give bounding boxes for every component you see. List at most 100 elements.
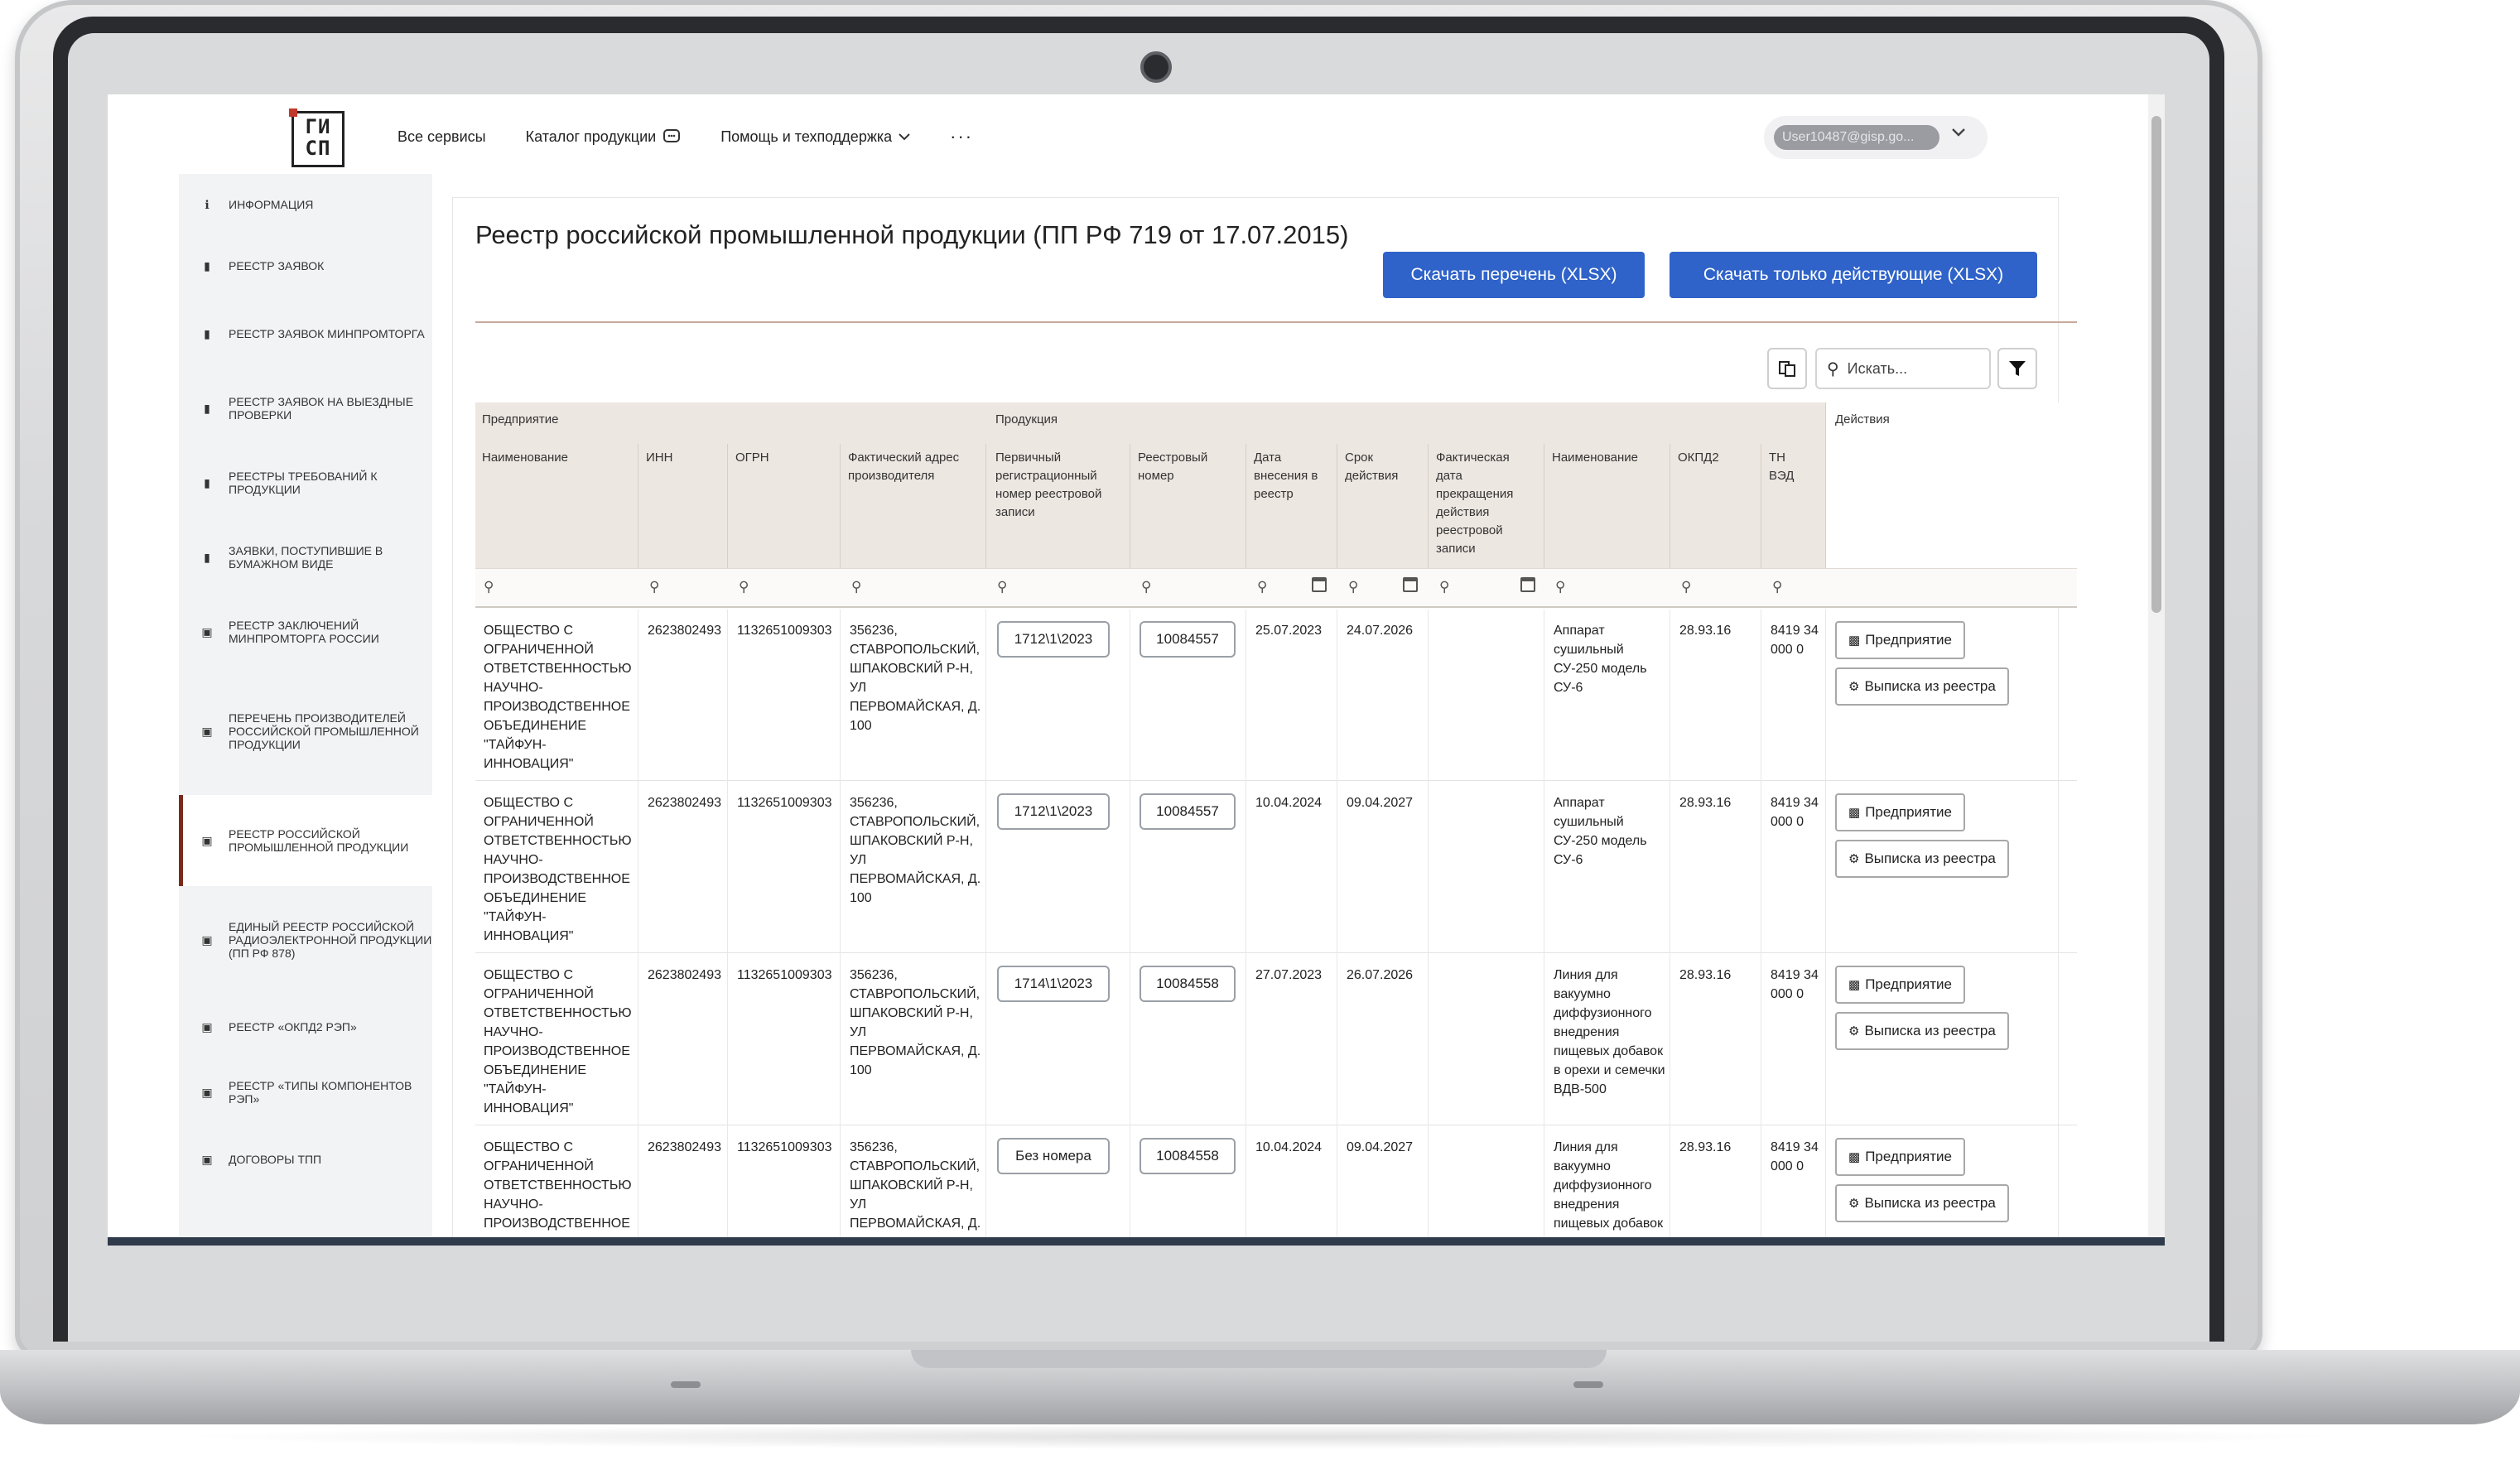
search-icon[interactable]: ⚲: [851, 579, 861, 595]
sidebar-item-inspection-requests[interactable]: ▮ Реестр заявок на выездные проверки: [179, 379, 432, 437]
search-icon[interactable]: ⚲: [739, 579, 749, 595]
enterprise-button[interactable]: ▩ Предприятие: [1835, 1138, 1965, 1176]
nav-help-support[interactable]: Помощь и техподдержка: [720, 128, 910, 146]
download-active-button[interactable]: Скачать только действующие (XLSX): [1670, 252, 2037, 298]
columns-toggle-button[interactable]: [1767, 348, 1807, 389]
registry-number-chip[interactable]: 10084558: [1140, 966, 1236, 1002]
chat-icon: [663, 129, 681, 142]
col-okpd2[interactable]: ОКПД2: [1678, 449, 1752, 467]
col-valid-to[interactable]: Срок действия: [1345, 449, 1419, 485]
gisp-logo[interactable]: ГИ СП: [289, 108, 345, 167]
sidebar-item-label: Реестр заявок: [229, 259, 325, 272]
filter-icon: [2009, 361, 2026, 376]
search-icon[interactable]: ⚲: [649, 579, 659, 595]
col-end-date[interactable]: Фактическая дата прекращения действия ре…: [1436, 449, 1527, 558]
row-divider: [985, 610, 986, 1237]
table-row[interactable]: ОБЩЕСТВО С ОГРАНИЧЕННОЙ ОТВЕТСТВЕННОСТЬЮ…: [475, 782, 2077, 953]
calendar-icon[interactable]: [1403, 577, 1418, 592]
primary-number-chip[interactable]: 1712\1\2023: [997, 621, 1110, 658]
table-row[interactable]: ОБЩЕСТВО С ОГРАНИЧЕННОЙ ОТВЕТСТВЕННОСТЬЮ…: [475, 954, 2077, 1125]
registry-number-chip[interactable]: 10084557: [1140, 621, 1236, 658]
extract-button[interactable]: ⚙ Выписка из реестра: [1835, 667, 2009, 706]
cell-product: Линия для вакуумно диффузионного внедрен…: [1554, 968, 1665, 1096]
sidebar-item-label: Реестр заявок на выездные проверки: [229, 395, 414, 422]
col-registry-number[interactable]: Реестровый номер: [1138, 449, 1237, 485]
sidebar-item-label: Реестры требований к продукции: [229, 470, 378, 496]
page-scrollbar[interactable]: [2148, 94, 2165, 1237]
more-menu-button[interactable]: ···: [950, 128, 973, 146]
extract-button[interactable]: ⚙ Выписка из реестра: [1835, 1012, 2009, 1050]
sidebar-item-paper-requests[interactable]: ▮ Заявки, поступившие в бумажном виде: [179, 528, 432, 586]
search-icon[interactable]: ⚲: [997, 579, 1007, 595]
search-icon[interactable]: ⚲: [1257, 579, 1267, 595]
col-name[interactable]: Наименование: [482, 449, 631, 467]
enterprise-button[interactable]: ▩ Предприятие: [1835, 621, 1965, 659]
group-actions: Действия: [1835, 412, 1890, 426]
sidebar-item-manufacturers[interactable]: ▣ Перечень производителей российской про…: [179, 677, 432, 785]
cell-okpd2: 28.93.16: [1679, 624, 1732, 638]
book-icon: ▣: [201, 833, 213, 847]
col-primary-number[interactable]: Первичный регистрационный номер реестров…: [995, 449, 1120, 522]
calendar-icon[interactable]: [1520, 577, 1535, 592]
filter-button[interactable]: [1997, 348, 2037, 389]
col-tnved[interactable]: ТН ВЭД: [1769, 449, 1802, 485]
sidebar-item-industrial-registry[interactable]: ▣ Реестр российской промышленной продукц…: [179, 795, 432, 886]
cell-address: 356236, СТАВРОПОЛЬСКИЙ, ШПАКОВСКИЙ Р-Н, …: [850, 968, 981, 1077]
col-product-name[interactable]: Наименование: [1552, 449, 1660, 467]
registry-number-chip[interactable]: 10084558: [1140, 1138, 1236, 1174]
laptop-base-notch: [911, 1350, 1607, 1368]
user-menu[interactable]: User10487@gisp.go...: [1764, 116, 1988, 159]
camera-icon: [1140, 51, 1172, 83]
table-row[interactable]: ОБЩЕСТВО С ОГРАНИЧЕННОЙ ОТВЕТСТВЕННОСТЬЮ…: [475, 610, 2077, 781]
sidebar-item-conclusions[interactable]: ▣ Реестр заключений Минпромторга России: [179, 603, 432, 661]
sidebar-item-okpd2-rep[interactable]: ▣ Реестр «ОКПД2 РЭП»: [179, 1002, 432, 1052]
book-icon: ▣: [201, 724, 213, 738]
search-icon[interactable]: ⚲: [1772, 579, 1782, 595]
extract-button[interactable]: ⚙ Выписка из реестра: [1835, 1184, 2009, 1222]
nav-product-catalog[interactable]: Каталог продукции: [526, 128, 682, 146]
col-inn[interactable]: ИНН: [646, 449, 720, 467]
search-icon[interactable]: ⚲: [1348, 579, 1358, 595]
enterprise-button[interactable]: ▩ Предприятие: [1835, 966, 1965, 1004]
title-divider: [475, 321, 2077, 323]
table-header-actions-bg: [1825, 402, 2077, 568]
cell-valid-to: 09.04.2027: [1347, 1140, 1414, 1154]
col-address[interactable]: Фактический адрес производителя: [848, 449, 981, 485]
sidebar-item-minprom-requests[interactable]: ▮ Реестр заявок Минпромторга: [179, 305, 432, 363]
search-icon[interactable]: ⚲: [484, 579, 494, 595]
primary-number-chip[interactable]: 1714\1\2023: [997, 966, 1110, 1002]
table-row[interactable]: ОБЩЕСТВО С ОГРАНИЧЕННОЙ ОТВЕТСТВЕННОСТЬЮ…: [475, 1126, 2077, 1237]
scrollbar-thumb[interactable]: [2151, 116, 2161, 613]
laptop-foot: [671, 1381, 701, 1388]
search-icon[interactable]: ⚲: [1555, 579, 1565, 595]
search-input[interactable]: ⚲ Искать...: [1815, 348, 1991, 389]
sidebar-item-product-requirements[interactable]: ▮ Реестры требований к продукции: [179, 454, 432, 512]
col-divider: [727, 444, 728, 568]
enterprise-button-label: Предприятие: [1865, 632, 1952, 648]
sidebar-item-component-types[interactable]: ▣ Реестр «Типы компонентов РЭП»: [179, 1063, 432, 1121]
col-ogrn[interactable]: ОГРН: [735, 449, 826, 467]
sidebar-item-info[interactable]: ℹ Информация: [179, 182, 432, 227]
extract-button[interactable]: ⚙ Выписка из реестра: [1835, 840, 2009, 878]
nav-product-catalog-label: Каталог продукции: [525, 128, 657, 145]
sidebar-item-radioelectronic-registry[interactable]: ▣ Единый реестр российской радиоэлектрон…: [179, 894, 432, 985]
extract-button-label: Выписка из реестра: [1864, 1023, 1996, 1038]
enterprise-button[interactable]: ▩ Предприятие: [1835, 793, 1965, 831]
doc-icon: ▮: [204, 475, 210, 489]
search-icon[interactable]: ⚲: [1681, 579, 1691, 595]
primary-number-chip[interactable]: Без номера: [997, 1138, 1110, 1174]
sidebar-item-tpp-contracts[interactable]: ▣ Договоры ТПП: [179, 1135, 432, 1184]
registry-number-chip[interactable]: 10084557: [1140, 793, 1236, 830]
cell-tnved: 8419 34 000 0: [1771, 796, 1819, 829]
sidebar-item-requests[interactable]: ▮ Реестр заявок: [179, 243, 432, 288]
nav-all-services[interactable]: Все сервисы: [398, 128, 486, 146]
primary-number-chip[interactable]: 1712\1\2023: [997, 793, 1110, 830]
cell-okpd2: 28.93.16: [1679, 968, 1732, 982]
search-icon[interactable]: ⚲: [1141, 579, 1151, 595]
search-icon[interactable]: ⚲: [1439, 579, 1449, 595]
col-date-added[interactable]: Дата внесения в реестр: [1254, 449, 1337, 504]
sidebar-item-label: Информация: [229, 198, 314, 211]
book-icon: ▣: [201, 932, 213, 947]
calendar-icon[interactable]: [1312, 577, 1327, 592]
download-all-button[interactable]: Скачать перечень (XLSX): [1383, 252, 1645, 298]
